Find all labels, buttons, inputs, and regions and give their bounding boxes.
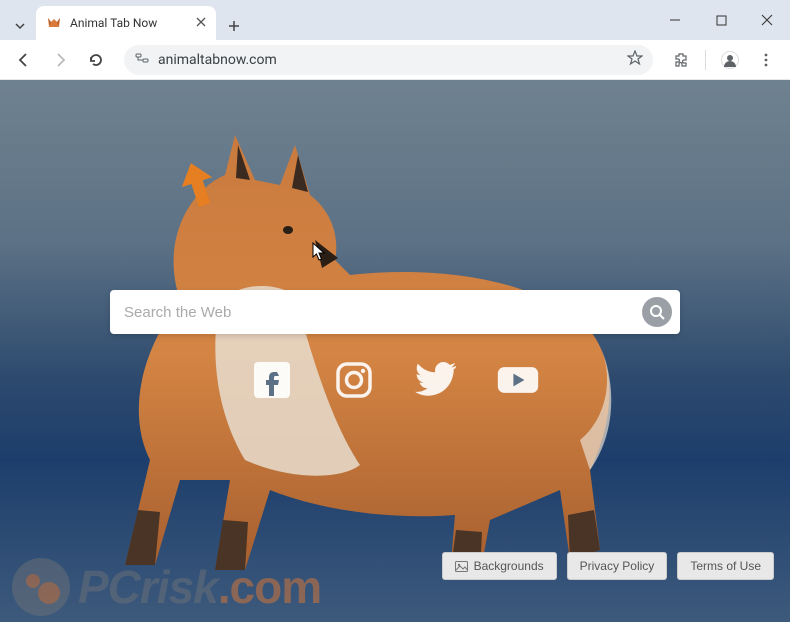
twitter-link[interactable] [414, 358, 458, 402]
youtube-icon [496, 360, 540, 400]
url-text: animaltabnow.com [158, 52, 619, 68]
address-bar[interactable]: animaltabnow.com [124, 45, 653, 75]
toolbar-divider [705, 50, 706, 70]
instagram-icon [334, 360, 374, 400]
instagram-link[interactable] [332, 358, 376, 402]
search-button[interactable] [642, 297, 672, 327]
backgrounds-button[interactable]: Backgrounds [442, 552, 557, 580]
browser-toolbar: animaltabnow.com [0, 40, 790, 80]
extensions-button[interactable] [665, 44, 697, 76]
search-bar[interactable] [110, 290, 680, 334]
search-input[interactable] [124, 304, 642, 321]
terms-label: Terms of Use [690, 559, 761, 573]
site-info-icon[interactable] [134, 50, 150, 70]
privacy-policy-button[interactable]: Privacy Policy [567, 552, 668, 580]
tab-close-icon[interactable] [196, 16, 206, 30]
back-button[interactable] [8, 44, 40, 76]
browser-titlebar: Animal Tab Now [0, 0, 790, 40]
page-content: Backgrounds Privacy Policy Terms of Use … [0, 80, 790, 622]
browser-tab[interactable]: Animal Tab Now [36, 6, 216, 40]
pcrisk-watermark: PCrisk.com [12, 558, 321, 616]
window-controls [652, 0, 790, 40]
minimize-button[interactable] [652, 0, 698, 40]
watermark-text: PCrisk.com [78, 560, 321, 614]
profile-button[interactable] [714, 44, 746, 76]
facebook-icon [252, 360, 292, 400]
tab-search-dropdown[interactable] [8, 12, 32, 40]
youtube-link[interactable] [496, 358, 540, 402]
menu-button[interactable] [750, 44, 782, 76]
bookmark-star-icon[interactable] [627, 50, 643, 70]
forward-button[interactable] [44, 44, 76, 76]
close-window-button[interactable] [744, 0, 790, 40]
search-area [110, 290, 680, 402]
privacy-label: Privacy Policy [580, 559, 655, 573]
tab-title: Animal Tab Now [70, 16, 188, 30]
new-tab-button[interactable] [220, 12, 248, 40]
terms-of-use-button[interactable]: Terms of Use [677, 552, 774, 580]
social-links [110, 358, 680, 402]
footer-buttons: Backgrounds Privacy Policy Terms of Use [442, 552, 774, 580]
fox-favicon-icon [46, 15, 62, 31]
image-icon [455, 560, 468, 573]
reload-button[interactable] [80, 44, 112, 76]
facebook-link[interactable] [250, 358, 294, 402]
annotation-arrow-icon [178, 160, 218, 210]
twitter-icon [414, 360, 458, 400]
search-icon [649, 304, 665, 320]
globe-icon [12, 558, 70, 616]
backgrounds-label: Backgrounds [474, 559, 544, 573]
maximize-button[interactable] [698, 0, 744, 40]
